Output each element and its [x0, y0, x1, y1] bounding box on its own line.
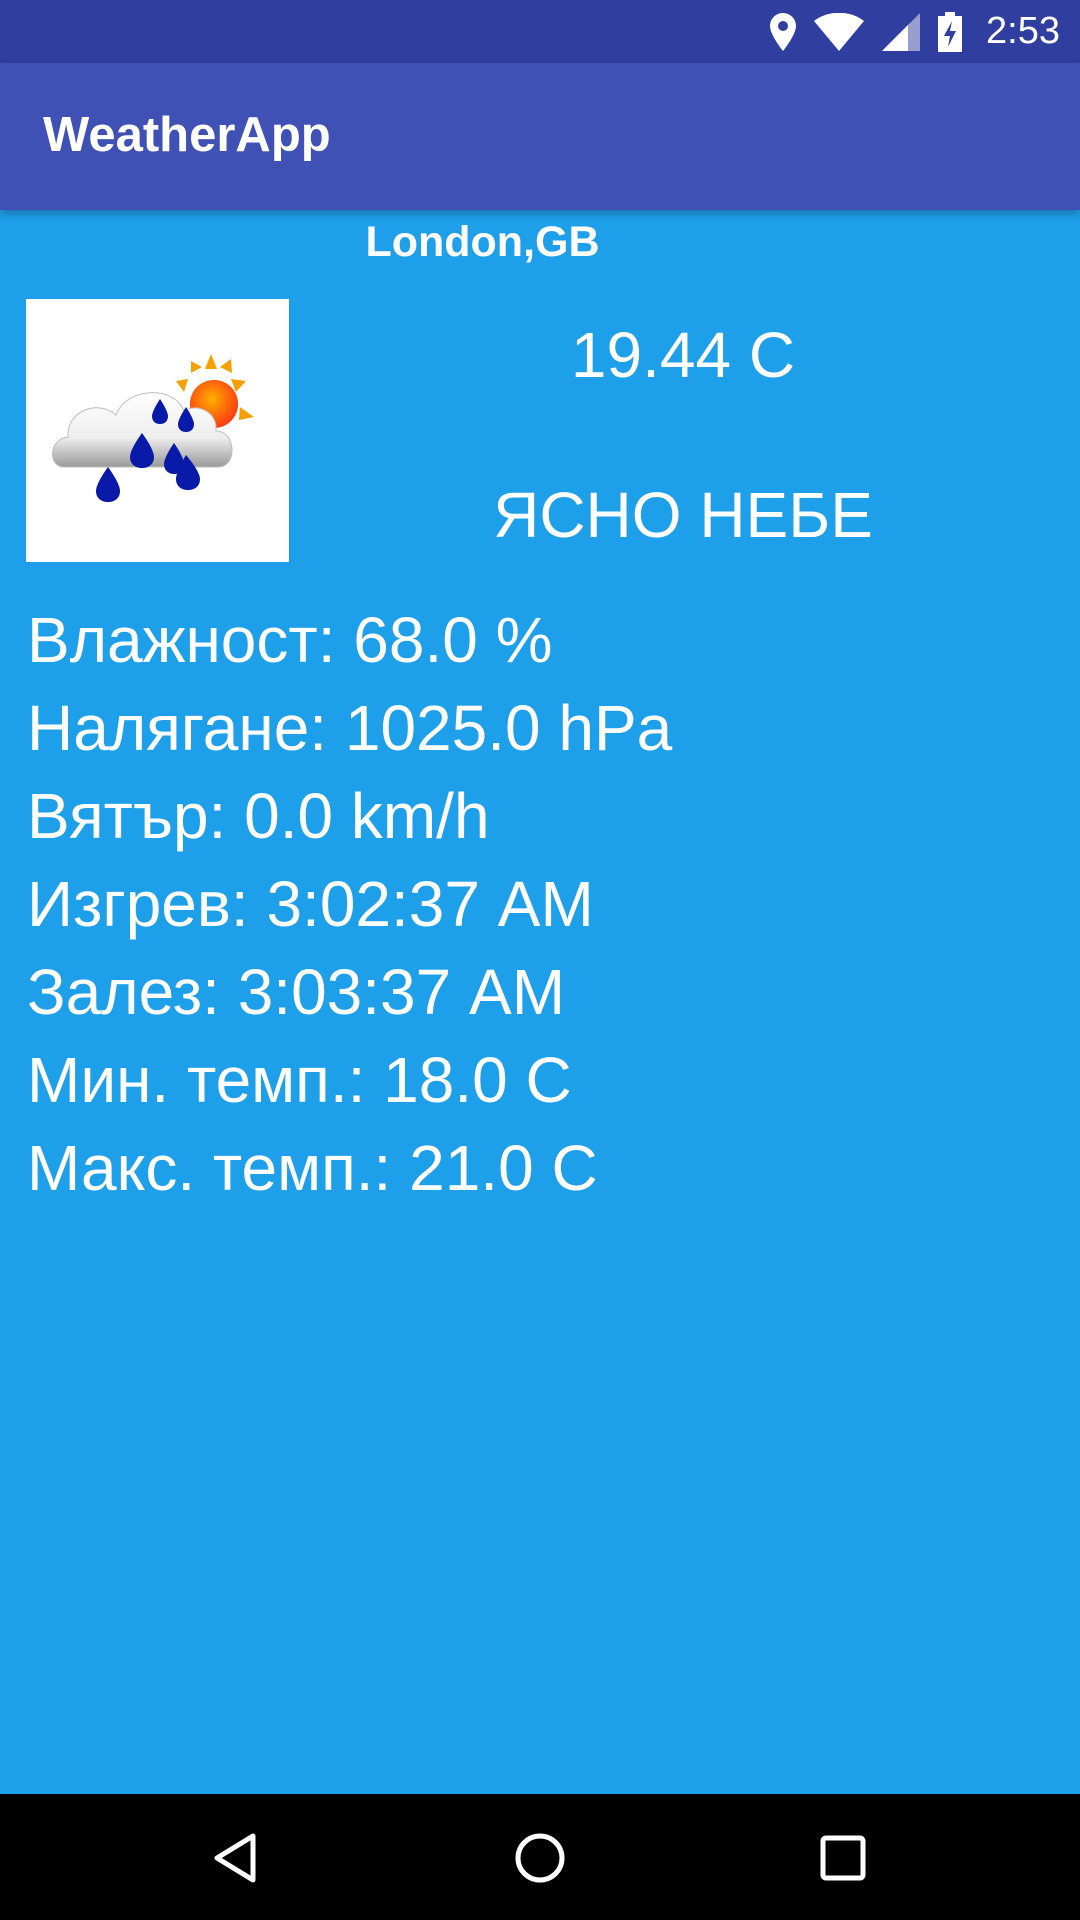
detail-sunrise: Изгрев: 3:02:37 AM: [27, 868, 594, 940]
rain-cloud-sun-icon: [52, 354, 254, 502]
status-icons: 2:53: [770, 0, 1060, 63]
weather-description: ЯСНО НЕБЕ: [493, 479, 873, 551]
navigation-bar: [0, 1794, 1080, 1920]
detail-sunset: Залез: 3:03:37 AM: [27, 956, 565, 1028]
detail-max-temp: Макс. темп.: 21.0 C: [27, 1132, 598, 1204]
recents-icon: [820, 1835, 866, 1881]
recents-button[interactable]: [803, 1818, 883, 1898]
status-time: 2:53: [986, 10, 1060, 52]
back-button[interactable]: [195, 1818, 275, 1898]
detail-humidity: Влажност: 68.0 %: [27, 604, 553, 676]
detail-wind: Вятър: 0.0 km/h: [27, 780, 490, 852]
battery-charging-icon: [938, 11, 963, 52]
signal-icon: [882, 12, 921, 51]
wifi-icon: [814, 12, 865, 51]
location-icon: [770, 12, 797, 51]
back-icon: [214, 1833, 256, 1883]
home-icon: [515, 1833, 565, 1883]
detail-pressure: Налягане: 1025.0 hPa: [27, 692, 673, 764]
weather-screen: 2:53 WeatherApp London,GB 19.44 C ЯСНО Н…: [0, 0, 1080, 1920]
temperature: 19.44 C: [570, 319, 796, 391]
detail-min-temp: Мин. темп.: 18.0 C: [27, 1044, 572, 1116]
weather-details-list: Влажност: 68.0 % Налягане: 1025.0 hPa Вя…: [27, 596, 672, 1212]
weather-icon-container: [26, 299, 289, 562]
app-title: WeatherApp: [43, 108, 331, 162]
home-button[interactable]: [500, 1818, 580, 1898]
app-bar: WeatherApp: [0, 63, 1080, 210]
status-bar: 2:53: [0, 0, 1080, 63]
city-name: London,GB: [365, 218, 600, 266]
